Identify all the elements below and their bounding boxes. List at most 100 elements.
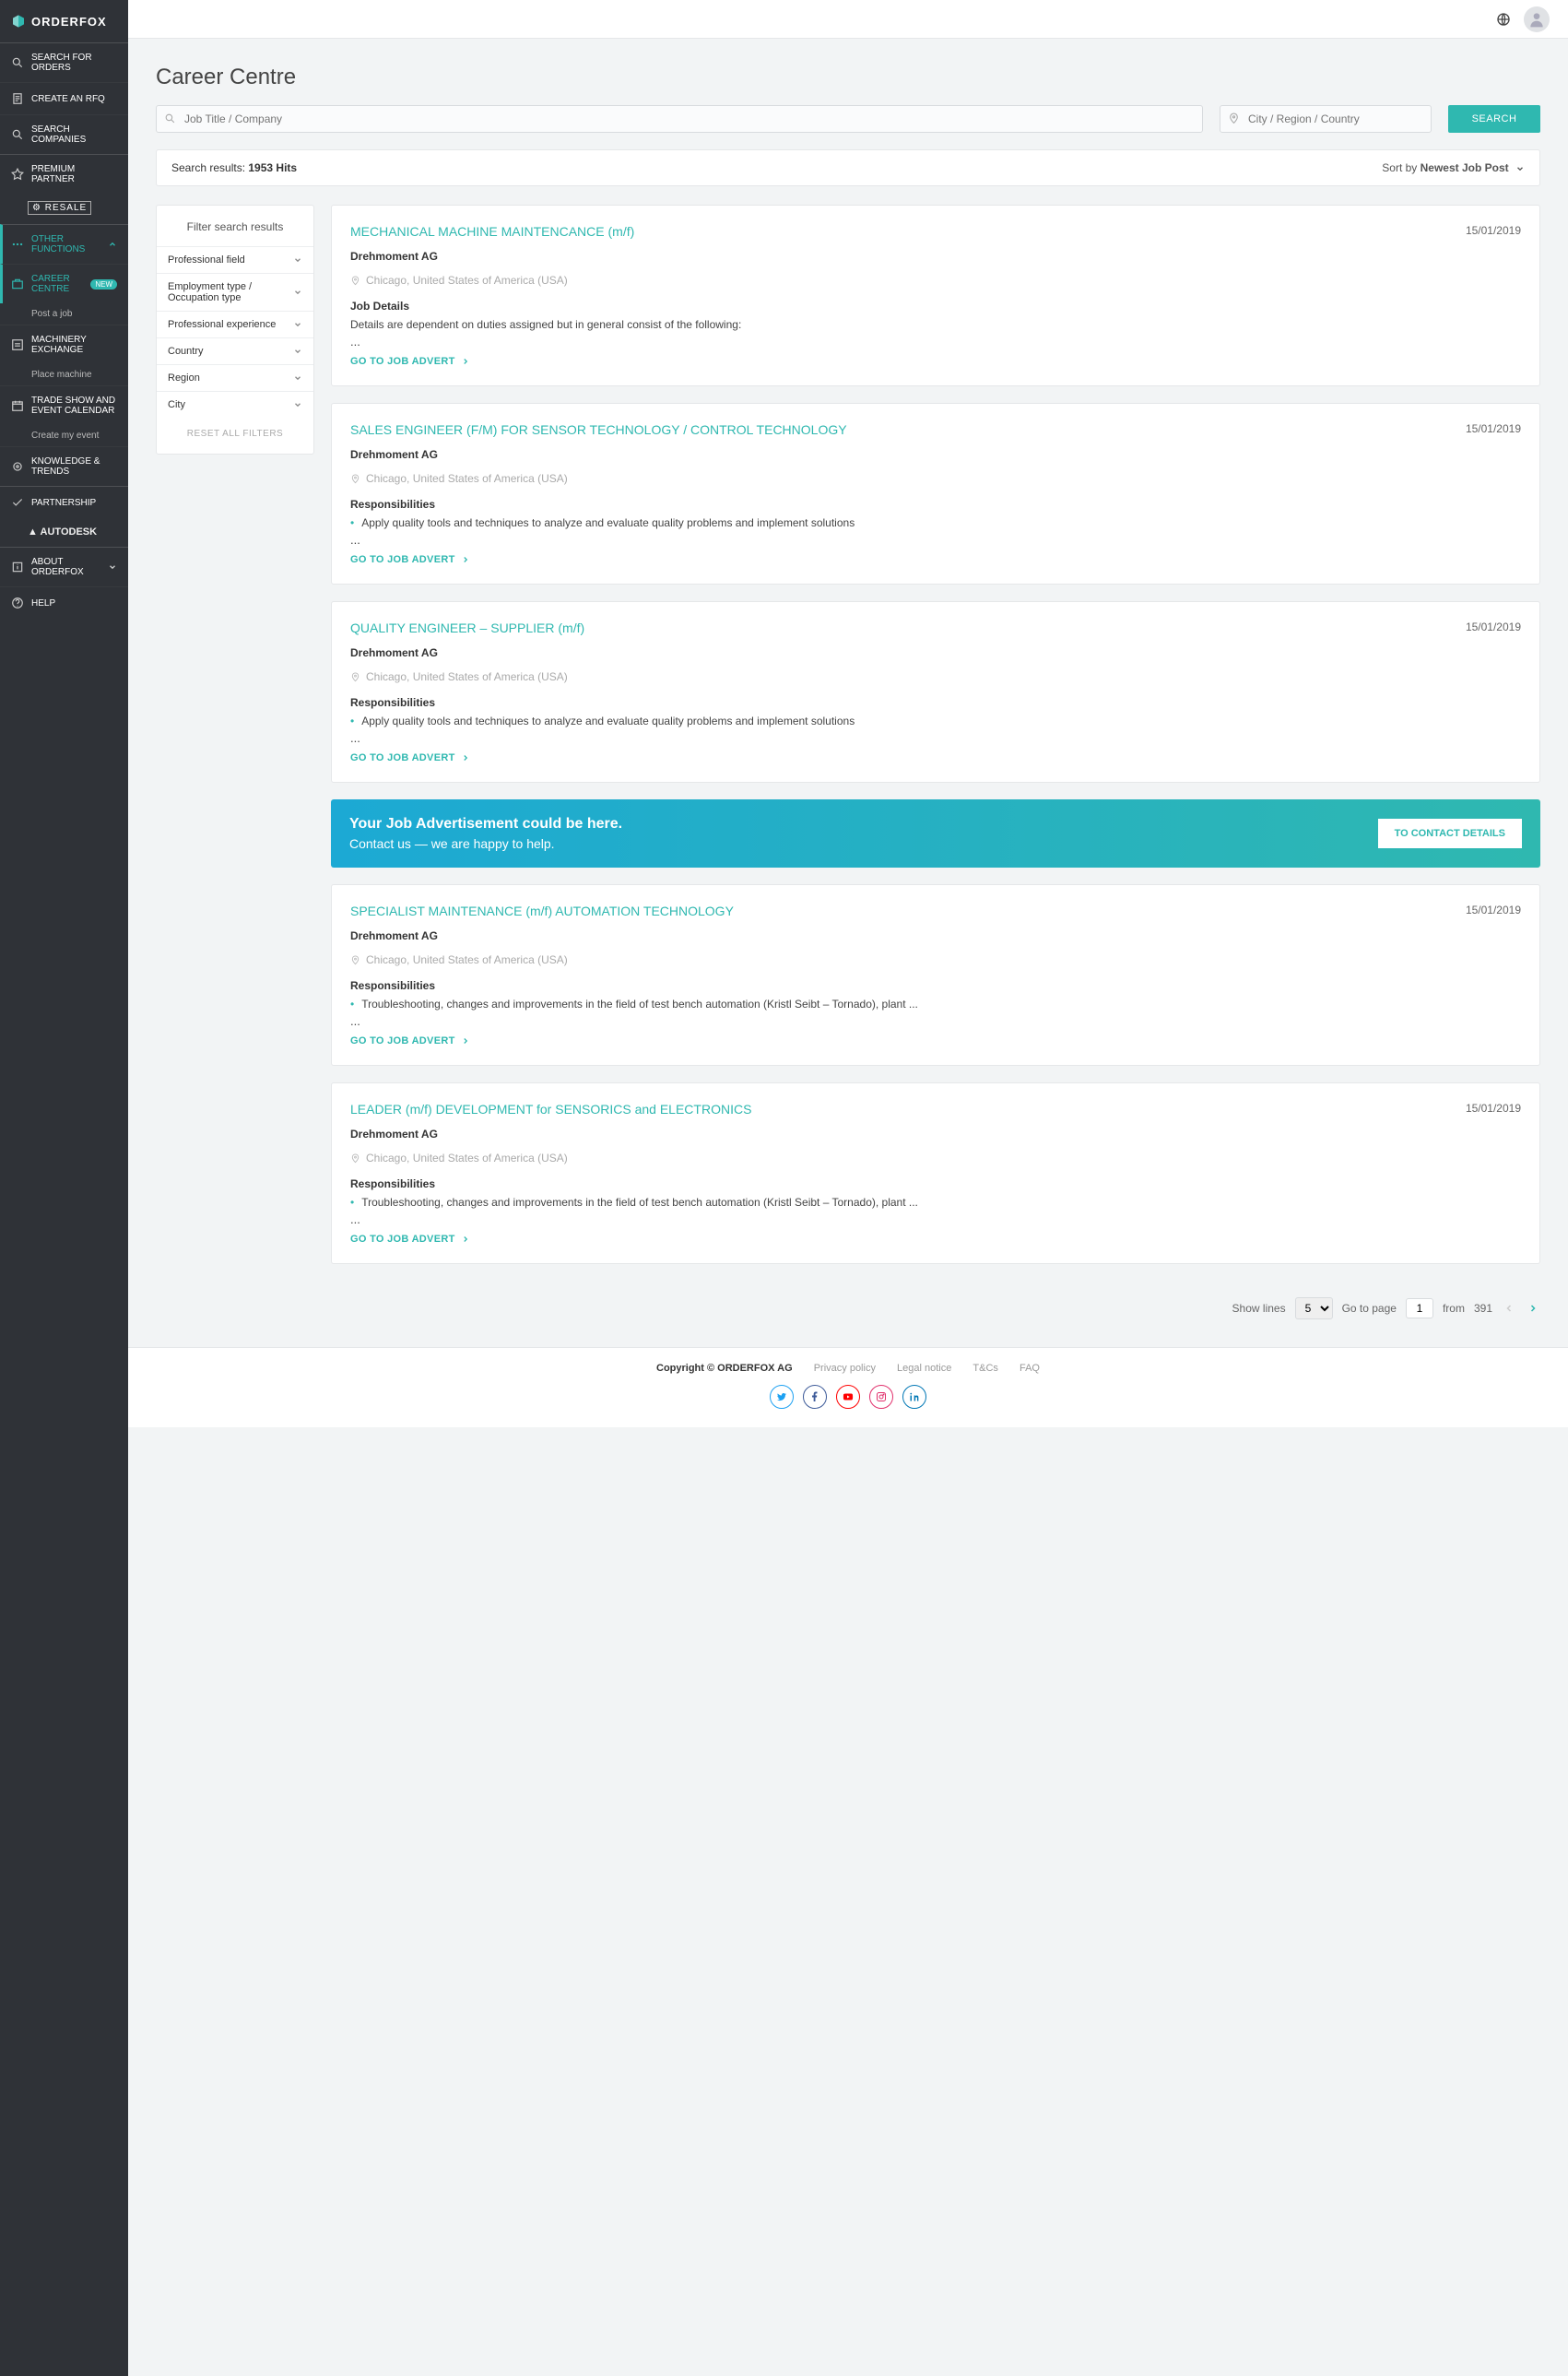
job-date: 15/01/2019 <box>1466 1102 1521 1115</box>
search-row: SEARCH <box>156 105 1540 133</box>
job-title[interactable]: MECHANICAL MACHINE MAINTENCANCE (m/f) <box>350 224 634 239</box>
promo-button[interactable]: TO CONTACT DETAILS <box>1378 819 1522 848</box>
filter-label: Employment type / Occupation type <box>168 281 293 303</box>
filter-row-0[interactable]: Professional field <box>157 246 313 273</box>
sidebar-item-career-centre[interactable]: CAREER CENTRE NEW <box>0 264 128 303</box>
search-icon <box>164 112 176 124</box>
job-company: Drehmoment AG <box>350 1128 1521 1141</box>
job-company: Drehmoment AG <box>350 646 1521 659</box>
sidebar-sub-place-machine[interactable]: Place machine <box>0 364 128 385</box>
chevron-right-icon <box>461 1235 470 1244</box>
prev-page[interactable] <box>1502 1301 1516 1316</box>
go-to-advert-link[interactable]: GO TO JOB ADVERT <box>350 356 1521 367</box>
sidebar-item-create-rfq[interactable]: CREATE AN RFQ <box>0 82 128 114</box>
job-company: Drehmoment AG <box>350 250 1521 263</box>
job-search-wrapper <box>156 105 1203 133</box>
go-to-advert-link[interactable]: GO TO JOB ADVERT <box>350 1234 1521 1245</box>
job-section-title: Responsibilities <box>350 979 1521 992</box>
youtube-icon[interactable] <box>836 1385 860 1409</box>
sidebar-item-trade-show[interactable]: TRADE SHOW AND EVENT CALENDAR <box>0 385 128 425</box>
job-card: MECHANICAL MACHINE MAINTENCANCE (m/f)15/… <box>331 205 1540 386</box>
instagram-icon[interactable] <box>869 1385 893 1409</box>
promo-banner: Your Job Advertisement could be here.Con… <box>331 799 1540 868</box>
sidebar-item-other-functions[interactable]: OTHER FUNCTIONS <box>0 224 128 264</box>
filter-row-5[interactable]: City <box>157 391 313 418</box>
listings: MECHANICAL MACHINE MAINTENCANCE (m/f) 15/… <box>331 205 1540 1347</box>
sidebar-item-search-companies[interactable]: SEARCH COMPANIES <box>0 114 128 154</box>
job-bullet: Apply quality tools and techniques to an… <box>350 516 1521 529</box>
job-section-title: Responsibilities <box>350 498 1521 511</box>
chevron-down-icon <box>293 400 302 409</box>
sidebar-item-about[interactable]: ABOUT ORDERFOX <box>0 547 128 586</box>
location-search-wrapper <box>1220 105 1432 133</box>
chevron-right-icon <box>461 753 470 762</box>
page-input[interactable] <box>1406 1298 1433 1318</box>
footer-links: Copyright © ORDERFOX AG Privacy policy L… <box>128 1363 1568 1374</box>
job-company: Drehmoment AG <box>350 448 1521 461</box>
chevron-down-icon <box>293 288 302 297</box>
job-title[interactable]: SPECIALIST MAINTENANCE (m/f) AUTOMATION … <box>350 904 734 918</box>
show-lines-label: Show lines <box>1232 1302 1286 1315</box>
partner-resale-logo: ⚙ RESALE <box>0 194 128 224</box>
linkedin-icon[interactable] <box>902 1385 926 1409</box>
sidebar-item-knowledge[interactable]: KNOWLEDGE & TRENDS <box>0 446 128 486</box>
go-to-advert-link[interactable]: GO TO JOB ADVERT <box>350 554 1521 565</box>
sidebar-sub-create-event[interactable]: Create my event <box>0 425 128 446</box>
job-company: Drehmoment AG <box>350 929 1521 942</box>
job-location: Chicago, United States of America (USA) <box>350 1152 1521 1164</box>
promo-subtitle: Contact us — we are happy to help. <box>349 836 622 851</box>
page-title: Career Centre <box>156 65 1540 90</box>
footer-link-legal[interactable]: Legal notice <box>897 1363 951 1374</box>
sidebar: ORDERFOX SEARCH FOR ORDERS CREATE AN RFQ… <box>0 0 128 2376</box>
avatar[interactable] <box>1524 6 1550 32</box>
document-icon <box>11 92 24 105</box>
twitter-icon[interactable] <box>770 1385 794 1409</box>
sidebar-item-search-orders[interactable]: SEARCH FOR ORDERS <box>0 42 128 82</box>
job-date: 15/01/2019 <box>1466 904 1521 916</box>
logo[interactable]: ORDERFOX <box>0 0 128 42</box>
filter-row-2[interactable]: Professional experience <box>157 311 313 337</box>
chevron-down-icon <box>108 562 117 572</box>
job-card: SPECIALIST MAINTENANCE (m/f) AUTOMATION … <box>331 884 1540 1066</box>
next-page[interactable] <box>1526 1301 1540 1316</box>
job-card: QUALITY ENGINEER – SUPPLIER (m/f)15/01/2… <box>331 601 1540 783</box>
sidebar-item-partnership[interactable]: PARTNERSHIP <box>0 486 128 518</box>
facebook-icon[interactable] <box>803 1385 827 1409</box>
filter-label: City <box>168 399 293 410</box>
job-title[interactable]: LEADER (m/f) DEVELOPMENT for SENSORICS a… <box>350 1102 751 1117</box>
lines-select[interactable]: 5 <box>1295 1297 1333 1319</box>
reset-filters[interactable]: RESET ALL FILTERS <box>157 418 313 443</box>
copyright: Copyright © ORDERFOX AG <box>656 1363 793 1374</box>
results-count: Search results: 1953 Hits <box>171 161 297 174</box>
search-icon <box>11 56 24 69</box>
search-button[interactable]: SEARCH <box>1448 105 1540 133</box>
footer-link-tc[interactable]: T&Cs <box>973 1363 998 1374</box>
chevron-down-icon <box>293 320 302 329</box>
filter-row-4[interactable]: Region <box>157 364 313 391</box>
chevron-down-icon <box>293 347 302 356</box>
footer: Copyright © ORDERFOX AG Privacy policy L… <box>128 1347 1568 1427</box>
location-input[interactable] <box>1220 105 1432 133</box>
job-title[interactable]: QUALITY ENGINEER – SUPPLIER (m/f) <box>350 621 584 635</box>
job-ellipsis: ... <box>350 533 1521 547</box>
footer-link-faq[interactable]: FAQ <box>1020 1363 1040 1374</box>
filter-row-1[interactable]: Employment type / Occupation type <box>157 273 313 311</box>
sidebar-item-machinery-exchange[interactable]: MACHINERY EXCHANGE <box>0 325 128 364</box>
user-icon <box>1527 10 1546 29</box>
go-to-advert-link[interactable]: GO TO JOB ADVERT <box>350 752 1521 763</box>
total-pages: 391 <box>1474 1302 1492 1315</box>
sidebar-item-premium-partner[interactable]: PREMIUM PARTNER <box>0 154 128 194</box>
job-title[interactable]: SALES ENGINEER (F/M) FOR SENSOR TECHNOLO… <box>350 422 847 437</box>
job-section-title: Responsibilities <box>350 696 1521 709</box>
sidebar-sub-post-job[interactable]: Post a job <box>0 303 128 325</box>
gear-icon <box>11 460 24 473</box>
chevron-down-icon <box>293 255 302 265</box>
sort-dropdown[interactable]: Sort by Newest Job Post <box>1382 161 1525 174</box>
globe-icon[interactable] <box>1496 12 1511 27</box>
job-title-input[interactable] <box>156 105 1203 133</box>
new-badge: NEW <box>90 279 117 290</box>
footer-link-privacy[interactable]: Privacy policy <box>814 1363 876 1374</box>
go-to-advert-link[interactable]: GO TO JOB ADVERT <box>350 1035 1521 1046</box>
sidebar-item-help[interactable]: HELP <box>0 586 128 619</box>
filter-row-3[interactable]: Country <box>157 337 313 364</box>
